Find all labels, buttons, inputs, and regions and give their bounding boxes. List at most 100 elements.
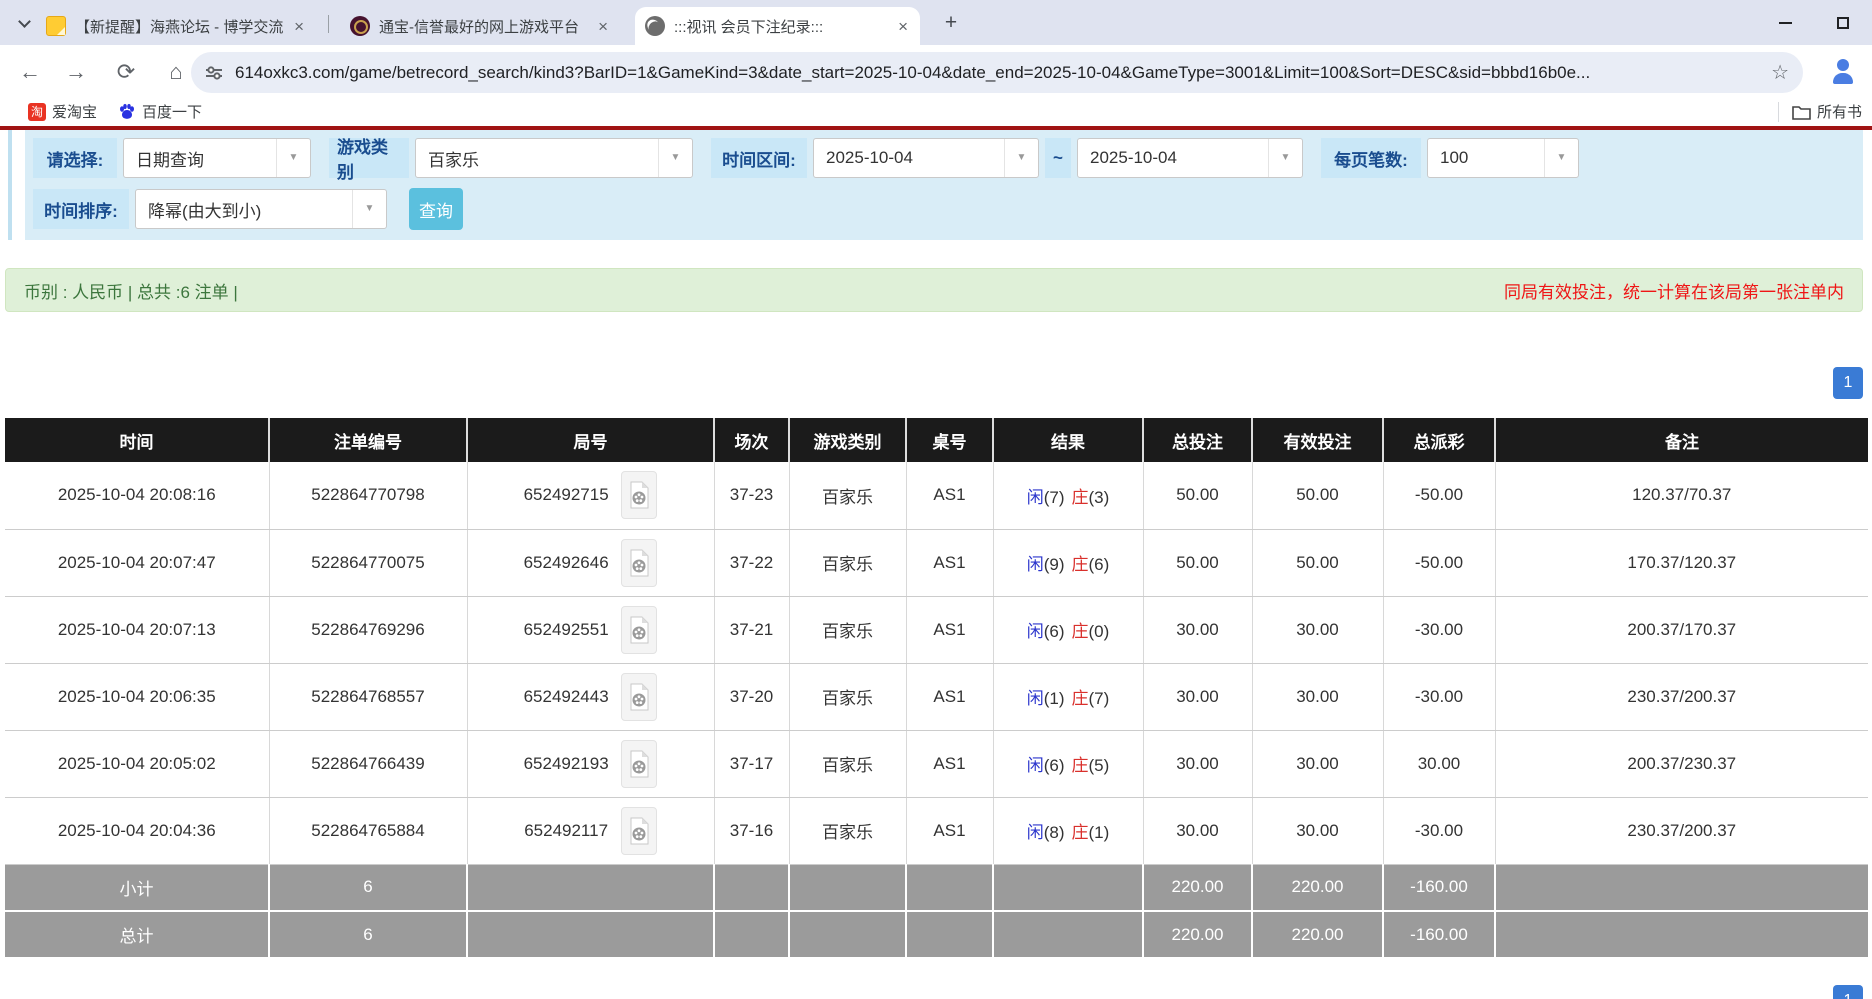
bookmark-taobao[interactable]: 淘 爱淘宝 [28, 101, 97, 122]
caret-down-icon: ▼ [1004, 139, 1038, 177]
cell-bet-id: 522864770798 [269, 462, 467, 529]
pagination-page-1-bottom[interactable]: 1 [1833, 985, 1863, 999]
player-score: (9) [1044, 555, 1065, 574]
maximize-button[interactable] [1814, 0, 1872, 45]
browser-tab-3-active[interactable]: :::视讯 会员下注纪录::: × [635, 7, 920, 45]
cell-total-bet-link[interactable]: 30.00 [1143, 663, 1252, 730]
cell-result: 闲(6)庄(5) [993, 730, 1143, 797]
query-type-select[interactable]: 日期查询 ▼ [123, 138, 311, 178]
time-sort-select[interactable]: 降幂(由大到小) ▼ [135, 189, 387, 229]
video-replay-button[interactable] [621, 740, 657, 788]
subtotal-row: 小计 6 220.00 220.00 -160.00 [5, 864, 1868, 911]
home-icon[interactable]: ⌂ [158, 54, 194, 90]
cell-table-no: AS1 [906, 663, 993, 730]
cell-round: 652492551 [467, 596, 714, 663]
player-score: (6) [1044, 756, 1065, 775]
pagination-page-1[interactable]: 1 [1833, 367, 1863, 399]
back-icon[interactable]: ← [12, 54, 48, 90]
cell-total-bet-link[interactable]: 30.00 [1143, 596, 1252, 663]
round-number: 652492117 [524, 821, 608, 840]
tune-icon[interactable] [205, 64, 223, 82]
film-document-icon [628, 616, 650, 644]
cell-total-bet-link[interactable]: 30.00 [1143, 797, 1252, 864]
cell-bet-id: 522864768557 [269, 663, 467, 730]
tab-search-chevron-icon[interactable] [14, 14, 34, 34]
video-replay-button[interactable] [621, 673, 657, 721]
banker-score: (1) [1089, 823, 1110, 842]
profile-avatar[interactable] [1827, 56, 1859, 88]
table-row: 2025-10-04 20:06:35 522864768557 6524924… [5, 663, 1868, 730]
url-text[interactable]: 614oxkc3.com/game/betrecord_search/kind3… [235, 63, 1761, 83]
video-replay-button[interactable] [621, 606, 657, 654]
bookmark-baidu[interactable]: 百度一下 [118, 101, 202, 122]
address-bar[interactable]: 614oxkc3.com/game/betrecord_search/kind3… [191, 52, 1803, 93]
total-payout: -160.00 [1383, 911, 1495, 958]
bookmarks-bar: 淘 爱淘宝 百度一下 所有书 [0, 100, 1872, 126]
browser-tab-2[interactable]: 通宝-信誉最好的网上游戏平台 × [340, 7, 620, 45]
cell-total-bet-link[interactable]: 30.00 [1143, 730, 1252, 797]
date-end-select[interactable]: 2025-10-04 ▼ [1077, 138, 1303, 178]
film-document-icon [628, 481, 650, 509]
cell-game: 百家乐 [789, 797, 906, 864]
tilde-label: ~ [1045, 138, 1071, 178]
date-start-value: 2025-10-04 [814, 148, 1004, 168]
round-number: 652492193 [524, 754, 609, 773]
player-score: (7) [1044, 488, 1065, 507]
date-end-value: 2025-10-04 [1078, 148, 1268, 168]
header-valid-bet: 有效投注 [1252, 418, 1383, 462]
query-button[interactable]: 查询 [409, 188, 463, 230]
subtotal-empty [906, 864, 993, 911]
cell-note: 230.37/200.37 [1495, 663, 1868, 730]
subtotal-label: 小计 [5, 864, 269, 911]
cell-game: 百家乐 [789, 596, 906, 663]
forward-icon[interactable]: → [58, 54, 94, 90]
bookmark-star-icon[interactable]: ☆ [1771, 60, 1789, 85]
round-number: 652492443 [524, 687, 609, 706]
tab-title: 【新提醒】海燕论坛 - 博学交流 [75, 16, 283, 37]
date-start-select[interactable]: 2025-10-04 ▼ [813, 138, 1039, 178]
refresh-icon[interactable]: ⟳ [108, 54, 144, 90]
cell-valid-bet: 50.00 [1252, 529, 1383, 596]
all-bookmarks-folder[interactable]: 所有书 [1792, 101, 1862, 122]
browser-tab-1[interactable]: 【新提醒】海燕论坛 - 博学交流 × [36, 7, 316, 45]
all-bookmarks-label: 所有书 [1817, 101, 1862, 122]
game-category-select[interactable]: 百家乐 ▼ [415, 138, 693, 178]
page-size-select[interactable]: 100 ▼ [1427, 138, 1579, 178]
cell-valid-bet: 30.00 [1252, 663, 1383, 730]
cell-payout: 30.00 [1383, 730, 1495, 797]
video-replay-button[interactable] [621, 807, 657, 855]
header-bet-id: 注单编号 [269, 418, 467, 462]
new-tab-button[interactable]: + [938, 10, 964, 36]
header-note: 备注 [1495, 418, 1868, 462]
total-empty [714, 911, 789, 958]
cell-table-no: AS1 [906, 462, 993, 529]
banker-score: (7) [1089, 689, 1110, 708]
subtotal-empty [993, 864, 1143, 911]
video-replay-button[interactable] [621, 471, 657, 519]
header-time: 时间 [5, 418, 269, 462]
tab-close-icon[interactable]: × [596, 18, 610, 35]
cell-valid-bet: 30.00 [1252, 797, 1383, 864]
cell-game: 百家乐 [789, 730, 906, 797]
video-replay-button[interactable] [621, 539, 657, 587]
filter-row-1: 请选择: 日期查询 ▼ 游戏类别 百家乐 ▼ 时间区间: 2025-10-04 … [33, 138, 1863, 178]
grand-total-row: 总计 6 220.00 220.00 -160.00 [5, 911, 1868, 958]
time-sort-label: 时间排序: [33, 189, 129, 229]
cell-result: 闲(8)庄(1) [993, 797, 1143, 864]
rule-notice-text: 同局有效投注，统一计算在该局第一张注单内 [1504, 278, 1844, 303]
banker-result-label: 庄 [1072, 823, 1089, 842]
cell-total-bet-link[interactable]: 50.00 [1143, 462, 1252, 529]
player-score: (8) [1044, 823, 1065, 842]
note-favicon-icon [46, 16, 66, 36]
maximize-icon [1837, 17, 1849, 29]
film-document-icon [628, 817, 650, 845]
tab-close-icon[interactable]: × [292, 18, 306, 35]
tab-close-icon[interactable]: × [896, 18, 910, 35]
cell-total-bet-link[interactable]: 50.00 [1143, 529, 1252, 596]
cell-result: 闲(6)庄(0) [993, 596, 1143, 663]
total-count: 6 [269, 911, 467, 958]
summary-notice-bar: 币别 : 人民币 | 总共 :6 注单 | 同局有效投注，统一计算在该局第一张注… [5, 268, 1863, 312]
header-table-no: 桌号 [906, 418, 993, 462]
minimize-button[interactable] [1756, 0, 1814, 45]
player-result-label: 闲 [1027, 756, 1044, 775]
